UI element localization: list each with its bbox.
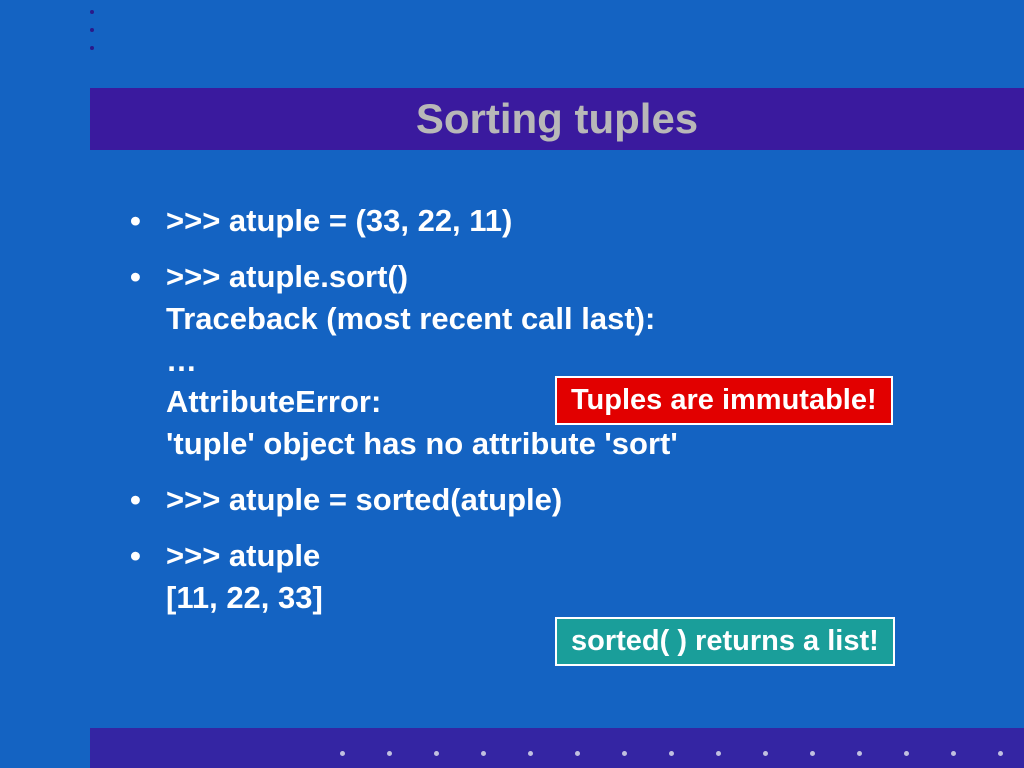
dot-icon	[810, 751, 815, 756]
dot-icon	[528, 751, 533, 756]
dot-icon	[575, 751, 580, 756]
code-line: >>> atuple = (33, 22, 11)	[166, 203, 512, 238]
dot-icon	[481, 751, 486, 756]
bullet-item: >>> atuple = (33, 22, 11)	[130, 200, 974, 242]
dot-icon	[904, 751, 909, 756]
dot-icon	[857, 751, 862, 756]
dot-icon	[340, 751, 345, 756]
dot-icon	[90, 10, 94, 14]
dot-icon	[387, 751, 392, 756]
callout-text: Tuples are immutable!	[571, 384, 877, 416]
slide-title: Sorting tuples	[416, 95, 698, 143]
decorative-dots-bottom	[340, 751, 1003, 756]
dot-icon	[669, 751, 674, 756]
dot-icon	[622, 751, 627, 756]
callout-returns-list: sorted( ) returns a list!	[555, 617, 895, 666]
code-line: >>> atuple = sorted(atuple)	[166, 482, 562, 517]
code-line: >>> atuple.sort()	[166, 259, 408, 294]
bullet-item: >>> atuple.sort() Traceback (most recent…	[130, 256, 974, 465]
dot-icon	[716, 751, 721, 756]
decorative-dots-top	[90, 10, 94, 50]
code-line: [11, 22, 33]	[166, 580, 323, 615]
dot-icon	[90, 46, 94, 50]
bullet-item: >>> atuple = sorted(atuple)	[130, 479, 974, 521]
bullet-item: >>> atuple [11, 22, 33]	[130, 535, 974, 619]
dot-icon	[90, 28, 94, 32]
title-bar: Sorting tuples	[90, 88, 1024, 150]
code-line: 'tuple' object has no attribute 'sort'	[166, 426, 678, 461]
code-line: >>> atuple	[166, 538, 320, 573]
dot-icon	[763, 751, 768, 756]
callout-text: sorted( ) returns a list!	[571, 625, 879, 657]
slide: Sorting tuples >>> atuple = (33, 22, 11)…	[0, 0, 1024, 768]
footer-bar	[90, 728, 1024, 768]
dot-icon	[951, 751, 956, 756]
dot-icon	[998, 751, 1003, 756]
code-line: …	[166, 343, 197, 378]
code-line: AttributeError:	[166, 384, 381, 419]
dot-icon	[434, 751, 439, 756]
callout-immutable: Tuples are immutable!	[555, 376, 893, 425]
code-line: Traceback (most recent call last):	[166, 301, 655, 336]
